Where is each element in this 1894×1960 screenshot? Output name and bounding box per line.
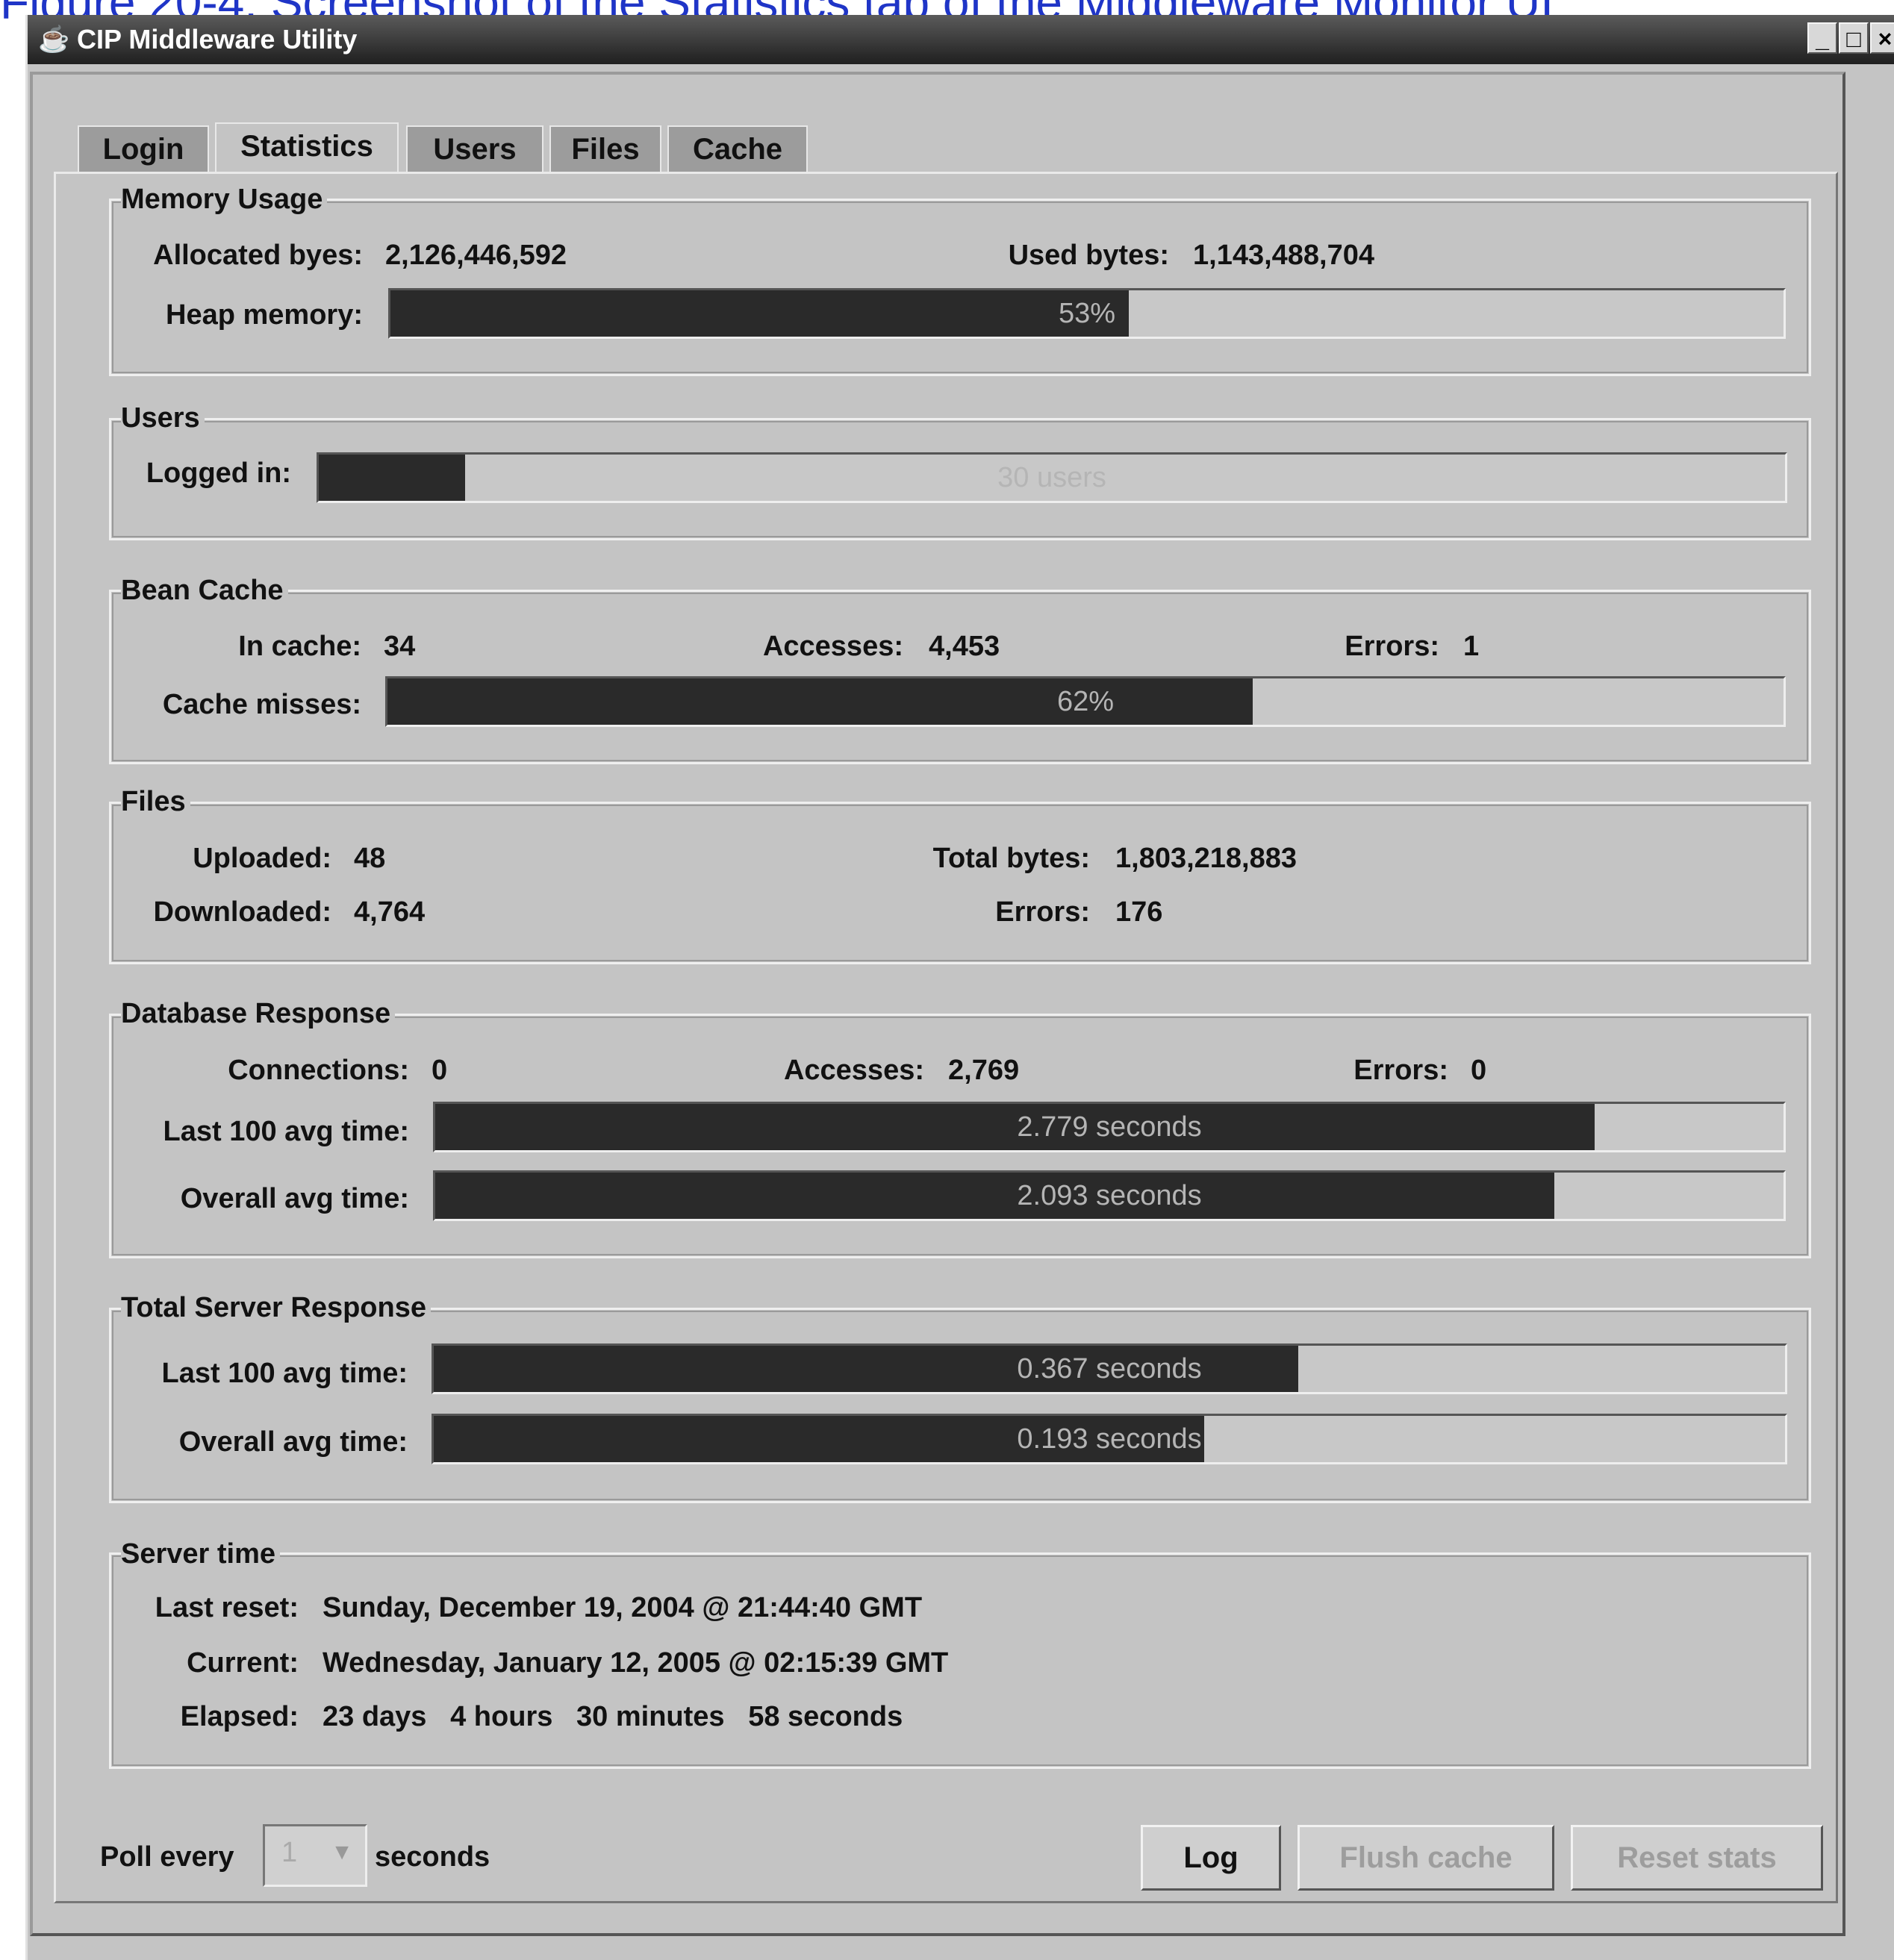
tab-login[interactable]: Login <box>78 125 209 172</box>
elapsed-label: Elapsed: <box>180 1701 299 1732</box>
server-overall-text: 0.193 seconds <box>1017 1423 1202 1455</box>
connections-label: Connections: <box>228 1055 409 1086</box>
memory-usage-group <box>109 199 1811 376</box>
logged-in-text: 30 users <box>997 462 1106 493</box>
total-bytes-value: 1,803,218,883 <box>1115 843 1298 874</box>
files-errors-value: 176 <box>1115 896 1163 928</box>
poll-interval-value: 1 <box>281 1837 298 1868</box>
logged-in-label: Logged in: <box>146 458 291 489</box>
db-errors-value: 0 <box>1471 1055 1487 1086</box>
used-bytes-value: 1,143,488,704 <box>1193 240 1375 271</box>
tab-cache[interactable]: Cache <box>667 125 808 172</box>
window-title: CIP Middleware Utility <box>77 24 358 54</box>
logged-in-bar: 30 users <box>317 452 1787 503</box>
maximize-button[interactable]: □ <box>1839 22 1869 54</box>
server-response-group <box>109 1308 1811 1503</box>
connections-value: 0 <box>432 1055 448 1086</box>
uploaded-value: 48 <box>354 843 386 874</box>
server-time-title: Server time <box>121 1538 281 1570</box>
db-overall-label: Overall avg time: <box>180 1183 409 1214</box>
heap-memory-bar: 53% <box>388 288 1786 339</box>
tab-statistics[interactable]: Statistics <box>215 122 399 173</box>
database-response-title: Database Response <box>121 997 396 1030</box>
flush-cache-button[interactable]: Flush cache <box>1298 1825 1554 1891</box>
memory-usage-title: Memory Usage <box>121 183 328 216</box>
allocated-value: 2,126,446,592 <box>385 240 567 271</box>
files-group <box>109 802 1811 964</box>
last-reset-value: Sunday, December 19, 2004 @ 21:44:40 GMT <box>323 1592 923 1623</box>
bean-errors-label: Errors: <box>1345 631 1439 662</box>
server-last100-bar: 0.367 seconds <box>432 1343 1787 1394</box>
heap-memory-text: 53% <box>1058 298 1116 329</box>
uploaded-label: Uploaded: <box>193 843 331 874</box>
last-reset-label: Last reset: <box>155 1592 299 1623</box>
server-last100-text: 0.367 seconds <box>1017 1353 1202 1385</box>
cache-misses-bar: 62% <box>385 676 1786 727</box>
used-bytes-label: Used bytes: <box>1008 240 1169 271</box>
tab-files[interactable]: Files <box>549 125 661 172</box>
server-overall-bar: 0.193 seconds <box>432 1414 1787 1464</box>
total-bytes-label: Total bytes: <box>932 843 1090 874</box>
db-overall-bar: 2.093 seconds <box>433 1170 1786 1221</box>
downloaded-value: 4,764 <box>354 896 426 928</box>
db-last100-label: Last 100 avg time: <box>163 1116 409 1147</box>
db-last100-bar: 2.779 seconds <box>433 1102 1786 1152</box>
downloaded-label: Downloaded: <box>153 896 331 928</box>
users-title: Users <box>121 402 205 434</box>
server-overall-label: Overall avg time: <box>178 1426 408 1458</box>
poll-every-label: Poll every <box>100 1841 234 1873</box>
poll-unit-label: seconds <box>375 1841 490 1873</box>
log-button[interactable]: Log <box>1141 1825 1281 1891</box>
current-value: Wednesday, January 12, 2005 @ 02:15:39 G… <box>323 1647 949 1679</box>
current-label: Current: <box>187 1647 299 1679</box>
files-title: Files <box>121 785 190 818</box>
db-last100-text: 2.779 seconds <box>1017 1111 1202 1143</box>
bean-accesses-value: 4,453 <box>929 631 1000 662</box>
bean-cache-title: Bean Cache <box>121 574 288 607</box>
title-bar: ☕ CIP Middleware Utility _ □ × <box>28 15 1894 64</box>
allocated-label: Allocated byes: <box>153 240 363 271</box>
db-overall-text: 2.093 seconds <box>1017 1180 1202 1211</box>
in-cache-value: 34 <box>384 631 416 662</box>
reset-stats-button[interactable]: Reset stats <box>1571 1825 1823 1891</box>
files-errors-label: Errors: <box>995 896 1090 928</box>
close-button[interactable]: × <box>1870 22 1894 54</box>
cache-misses-text: 62% <box>1056 686 1115 717</box>
db-accesses-label: Accesses: <box>783 1055 924 1086</box>
db-accesses-value: 2,769 <box>948 1055 1020 1086</box>
cache-misses-label: Cache misses: <box>162 689 361 720</box>
tab-users[interactable]: Users <box>406 125 543 172</box>
heap-memory-label: Heap memory: <box>166 299 363 331</box>
chevron-down-icon[interactable]: ▼ <box>331 1840 353 1865</box>
bean-errors-value: 1 <box>1463 631 1480 662</box>
elapsed-value: 23 days 4 hours 30 minutes 58 seconds <box>323 1701 903 1732</box>
poll-interval-select[interactable]: 1 ▼ <box>263 1824 367 1887</box>
app-icon: ☕ <box>38 25 70 54</box>
bean-accesses-label: Accesses: <box>762 631 903 662</box>
server-response-title: Total Server Response <box>121 1291 432 1324</box>
server-last100-label: Last 100 avg time: <box>161 1358 408 1389</box>
in-cache-label: In cache: <box>238 631 361 662</box>
db-errors-label: Errors: <box>1353 1055 1448 1086</box>
minimize-button[interactable]: _ <box>1807 22 1837 54</box>
